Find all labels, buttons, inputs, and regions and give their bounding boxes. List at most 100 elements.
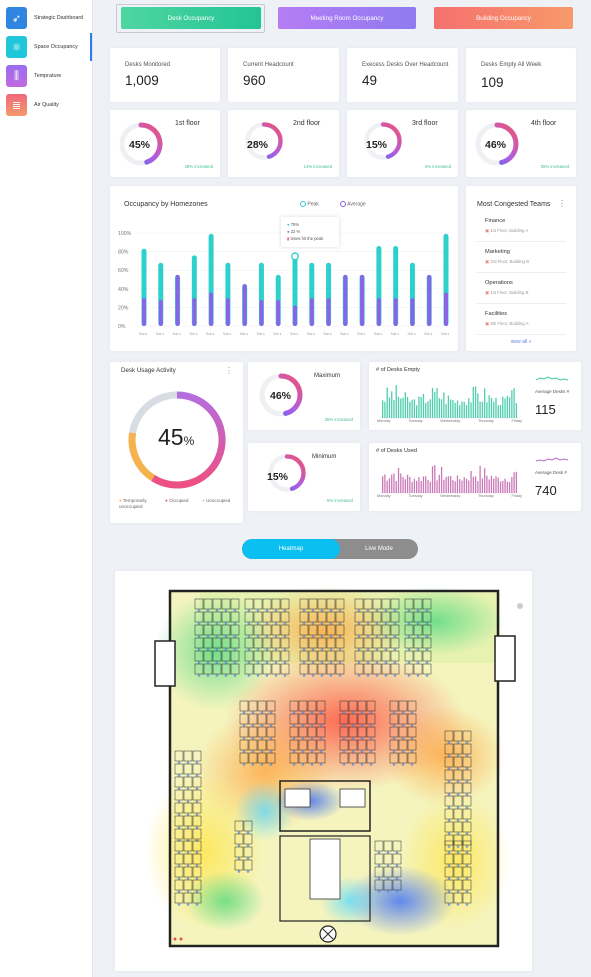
floor-card-3[interactable]: 15% 3rd floor 5% increased: [347, 110, 458, 177]
chair: [342, 724, 346, 727]
floor-card-2[interactable]: 28% 2nd floor 14% increased: [228, 110, 339, 177]
team-name[interactable]: Facilities: [485, 311, 507, 317]
spark-bar: [409, 401, 411, 418]
chair: [447, 832, 451, 835]
floorplan-heatmap[interactable]: [115, 571, 532, 971]
minimum-increase: 5% increased: [326, 498, 353, 503]
spark-bar: [411, 399, 413, 418]
congested-teams-card: Most Congested Teams ⋮ Finance 1st Floor…: [466, 186, 576, 351]
bar-average[interactable]: [293, 305, 297, 326]
highlight-point[interactable]: [291, 252, 299, 261]
spark-bar: [459, 405, 461, 418]
chair: [338, 622, 342, 625]
spark-bar: [463, 401, 465, 418]
spark-bar: [493, 478, 495, 493]
chair: [242, 724, 246, 727]
spark-bar: [382, 400, 384, 418]
chair: [377, 877, 381, 880]
chair: [274, 648, 278, 651]
live-mode-toggle-option[interactable]: Live Mode: [340, 539, 418, 559]
atom-icon: ⚛: [6, 36, 27, 58]
sidebar-item-strategic-dashboard[interactable]: ➶ Strategic Dashboard: [0, 4, 92, 32]
chair: [265, 609, 269, 612]
chair: [311, 635, 315, 638]
chair: [301, 737, 305, 740]
view-mode-toggle[interactable]: Heatmap Live Mode: [242, 539, 418, 559]
chair: [338, 648, 342, 651]
bar-average[interactable]: [192, 298, 197, 326]
bar-average[interactable]: [259, 299, 264, 326]
more-options-icon[interactable]: ⋮: [225, 366, 233, 375]
bar-average[interactable]: [410, 298, 415, 326]
sidebar-item-air-quality[interactable]: ≣ Air Quality: [0, 91, 92, 119]
chair: [410, 737, 414, 740]
chair: [407, 648, 411, 651]
chair: [447, 741, 451, 744]
legend-label: Unoccupied: [206, 498, 231, 503]
spark-bar: [440, 466, 443, 493]
x-tick-label: Sub s: [424, 332, 433, 336]
chair: [416, 661, 420, 664]
chair: [386, 877, 390, 880]
spark-bar: [388, 397, 391, 418]
bar-average[interactable]: [376, 298, 381, 326]
chair: [283, 648, 287, 651]
bar-average[interactable]: [427, 274, 432, 326]
spark-bar: [397, 467, 400, 493]
floor-card-1[interactable]: 45% 1st floor 28% increased: [110, 110, 220, 177]
bar-average[interactable]: [175, 274, 180, 326]
team-location: 1st Floor, Building A: [485, 228, 528, 234]
chair: [386, 851, 390, 854]
bar-average[interactable]: [209, 292, 214, 326]
chair: [247, 674, 251, 677]
chair: [237, 844, 241, 847]
more-options-icon[interactable]: ⋮: [558, 199, 566, 208]
chair: [224, 635, 228, 638]
bar-average[interactable]: [343, 274, 348, 326]
chair: [338, 661, 342, 664]
bar-average[interactable]: [309, 298, 314, 326]
sidebar-item-label: Space Occupancy: [34, 44, 78, 50]
chair: [302, 648, 306, 651]
stat-label: Desks Empty All Week: [481, 62, 542, 68]
sidebar-item-space-occupancy[interactable]: ⚛ Space Occupancy: [0, 33, 92, 61]
tab-desk-occupancy[interactable]: Desk Occupancy: [121, 7, 261, 29]
team-name[interactable]: Finance: [485, 218, 505, 224]
spark-bar: [422, 393, 425, 418]
chair: [186, 774, 190, 777]
spark-bar: [495, 397, 497, 418]
spark-bar: [450, 476, 452, 493]
tab-meeting-room-occupancy[interactable]: Meeting Room Occupancy: [278, 7, 416, 29]
bar-average[interactable]: [242, 284, 247, 326]
team-name[interactable]: Operations: [485, 280, 513, 286]
team-name[interactable]: Marketing: [485, 249, 510, 255]
tab-building-occupancy[interactable]: Building Occupancy: [434, 7, 573, 29]
sidebar-item-temprature[interactable]: ⫼ Temprature: [0, 62, 92, 90]
spark-bar: [452, 400, 454, 418]
bar-average[interactable]: [276, 299, 281, 326]
view-all-link[interactable]: view all »: [466, 339, 576, 345]
spark-bar: [481, 478, 484, 493]
avg-value: 115: [535, 402, 556, 417]
bar-average[interactable]: [326, 298, 331, 326]
chair: [237, 857, 241, 860]
bar-average[interactable]: [225, 298, 230, 326]
chair: [447, 851, 451, 854]
floor-card-4[interactable]: 46% 4th floor 35% increased: [466, 110, 576, 177]
bar-average[interactable]: [393, 298, 398, 326]
bar-average[interactable]: [444, 292, 448, 326]
spark-bar: [427, 479, 429, 493]
bar-average[interactable]: [360, 274, 365, 326]
chair: [177, 826, 181, 829]
avg-label: Average Desks #: [535, 389, 570, 394]
chair: [269, 711, 273, 714]
spark-bar: [513, 388, 515, 418]
bar-average[interactable]: [142, 298, 146, 326]
chair: [320, 648, 324, 651]
heatmap-toggle-option[interactable]: Heatmap: [242, 539, 340, 559]
bar-average[interactable]: [158, 299, 163, 326]
chair: [351, 750, 355, 753]
chair: [465, 845, 469, 848]
chair: [195, 761, 199, 764]
chair: [233, 661, 237, 664]
